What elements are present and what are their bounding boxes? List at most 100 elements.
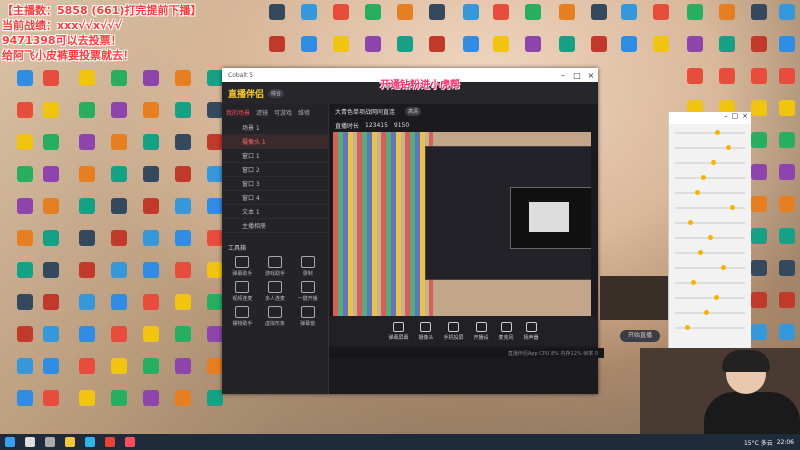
desktop-icon[interactable]: [104, 230, 134, 264]
beauty-slider[interactable]: [675, 295, 745, 300]
beauty-slider[interactable]: [675, 145, 745, 150]
desktop-icon[interactable]: [584, 36, 614, 70]
desktop-icon[interactable]: [712, 68, 742, 102]
slider-knob[interactable]: [694, 190, 700, 195]
tab-scenes[interactable]: 我的场景: [226, 108, 250, 117]
chrome-icon[interactable]: [105, 437, 115, 447]
desktop-icon[interactable]: [772, 132, 800, 166]
tab-games[interactable]: 可游戏: [274, 108, 292, 117]
desktop-icon[interactable]: [358, 4, 388, 38]
desktop-icon[interactable]: [680, 36, 710, 70]
slider-knob[interactable]: [720, 265, 726, 270]
slider-knob[interactable]: [688, 220, 693, 225]
desktop-icon[interactable]: [772, 228, 800, 262]
desktop-icon[interactable]: [36, 198, 66, 232]
desktop-icon[interactable]: [72, 390, 102, 424]
beauty-slider[interactable]: [675, 280, 745, 285]
desktop-icon[interactable]: [646, 4, 676, 38]
phone-cast-button[interactable]: 手机投屏: [443, 321, 464, 341]
desktop-icon[interactable]: [168, 134, 198, 168]
slider-knob[interactable]: [701, 175, 706, 180]
desktop-icon[interactable]: [358, 36, 388, 70]
desktop-icon[interactable]: [294, 4, 324, 38]
desktop-icon[interactable]: [680, 68, 710, 102]
desktop-icon[interactable]: [136, 166, 166, 200]
slider-knob[interactable]: [684, 325, 690, 330]
panel-close-button[interactable]: ×: [742, 112, 748, 124]
desktop-icon[interactable]: [168, 102, 198, 136]
desktop-icon[interactable]: [72, 358, 102, 392]
scene-item[interactable]: 窗口 2: [222, 163, 328, 177]
desktop-icon[interactable]: [136, 230, 166, 264]
weather-text[interactable]: 15°C 多云: [744, 438, 773, 447]
panel-minimize-button[interactable]: –: [724, 112, 728, 124]
tool-record[interactable]: 录制: [291, 256, 324, 277]
desktop-icon[interactable]: [772, 292, 800, 326]
tool-game[interactable]: 游戏助手: [259, 256, 292, 277]
desktop-icon[interactable]: [168, 166, 198, 200]
desktop-icon[interactable]: [168, 294, 198, 328]
beauty-slider[interactable]: [675, 220, 745, 225]
desktop-icon[interactable]: [422, 36, 452, 70]
desktop-icon[interactable]: [584, 4, 614, 38]
desktop-icon[interactable]: [772, 36, 800, 70]
slider-knob[interactable]: [697, 250, 703, 255]
desktop-icon[interactable]: [518, 4, 548, 38]
desktop-icon[interactable]: [72, 166, 102, 200]
scene-item-selected[interactable]: 摄像头 1: [222, 135, 328, 149]
desktop-icon[interactable]: [72, 102, 102, 136]
beauty-slider[interactable]: [675, 160, 745, 165]
desktop-icon[interactable]: [36, 358, 66, 392]
beauty-slider[interactable]: [675, 205, 745, 210]
desktop-icon[interactable]: [614, 4, 644, 38]
desktop-icon[interactable]: [104, 390, 134, 424]
quality-badge[interactable]: 高清: [405, 106, 422, 116]
live-settings-button[interactable]: 开播设: [474, 321, 489, 341]
live-companion-window[interactable]: Cobalt 5 – □ × 直播伴侣 综合 我的场景 滤镜 可游戏 维修 场景…: [222, 68, 604, 394]
desktop-icon[interactable]: [744, 4, 774, 38]
desktop-icon[interactable]: [744, 36, 774, 70]
scene-item[interactable]: 场景 1: [222, 121, 328, 135]
desktop-icon[interactable]: [72, 198, 102, 232]
beauty-slider[interactable]: [675, 250, 745, 255]
close-button[interactable]: ×: [584, 71, 598, 80]
desktop-icon[interactable]: [104, 70, 134, 104]
desktop-icon[interactable]: [168, 262, 198, 296]
scene-item[interactable]: 文本 1: [222, 205, 328, 219]
desktop-icon[interactable]: [518, 36, 548, 70]
beauty-slider[interactable]: [675, 190, 745, 195]
desktop-icon[interactable]: [772, 100, 800, 134]
desktop-icon[interactable]: [422, 4, 452, 38]
desktop-icon[interactable]: [294, 36, 324, 70]
desktop-icon[interactable]: [262, 36, 292, 70]
explorer-icon[interactable]: [65, 437, 75, 447]
desktop-icon[interactable]: [72, 326, 102, 360]
tool-video-link[interactable]: 视频连麦: [226, 281, 259, 302]
desktop-icon[interactable]: [326, 36, 356, 70]
desktop-icon[interactable]: [104, 198, 134, 232]
desktop-icon[interactable]: [104, 326, 134, 360]
windows-icon[interactable]: [5, 437, 15, 447]
desktop-icon[interactable]: [772, 164, 800, 198]
desktop-icon[interactable]: [104, 358, 134, 392]
start-live-button[interactable]: 开始直播: [620, 330, 660, 342]
desktop-icon[interactable]: [104, 262, 134, 296]
beauty-slider[interactable]: [675, 310, 745, 315]
desktop-icon[interactable]: [36, 102, 66, 136]
desktop-icon[interactable]: [646, 36, 676, 70]
desktop-icon[interactable]: [614, 36, 644, 70]
desktop-icon[interactable]: [136, 102, 166, 136]
tool-multi-link[interactable]: 多人连麦: [259, 281, 292, 302]
maximize-button[interactable]: □: [570, 71, 584, 80]
desktop-icon[interactable]: [456, 36, 486, 70]
desktop-icon[interactable]: [200, 390, 230, 424]
beauty-slider[interactable]: [675, 130, 745, 135]
desktop-icon[interactable]: [36, 262, 66, 296]
stream-preview[interactable]: [333, 132, 591, 342]
desktop-icon[interactable]: [168, 358, 198, 392]
desktop-icon[interactable]: [772, 68, 800, 102]
desktop-icon[interactable]: [36, 326, 66, 360]
desktop-icon[interactable]: [72, 262, 102, 296]
desktop-icon[interactable]: [390, 36, 420, 70]
slider-knob[interactable]: [714, 295, 719, 300]
